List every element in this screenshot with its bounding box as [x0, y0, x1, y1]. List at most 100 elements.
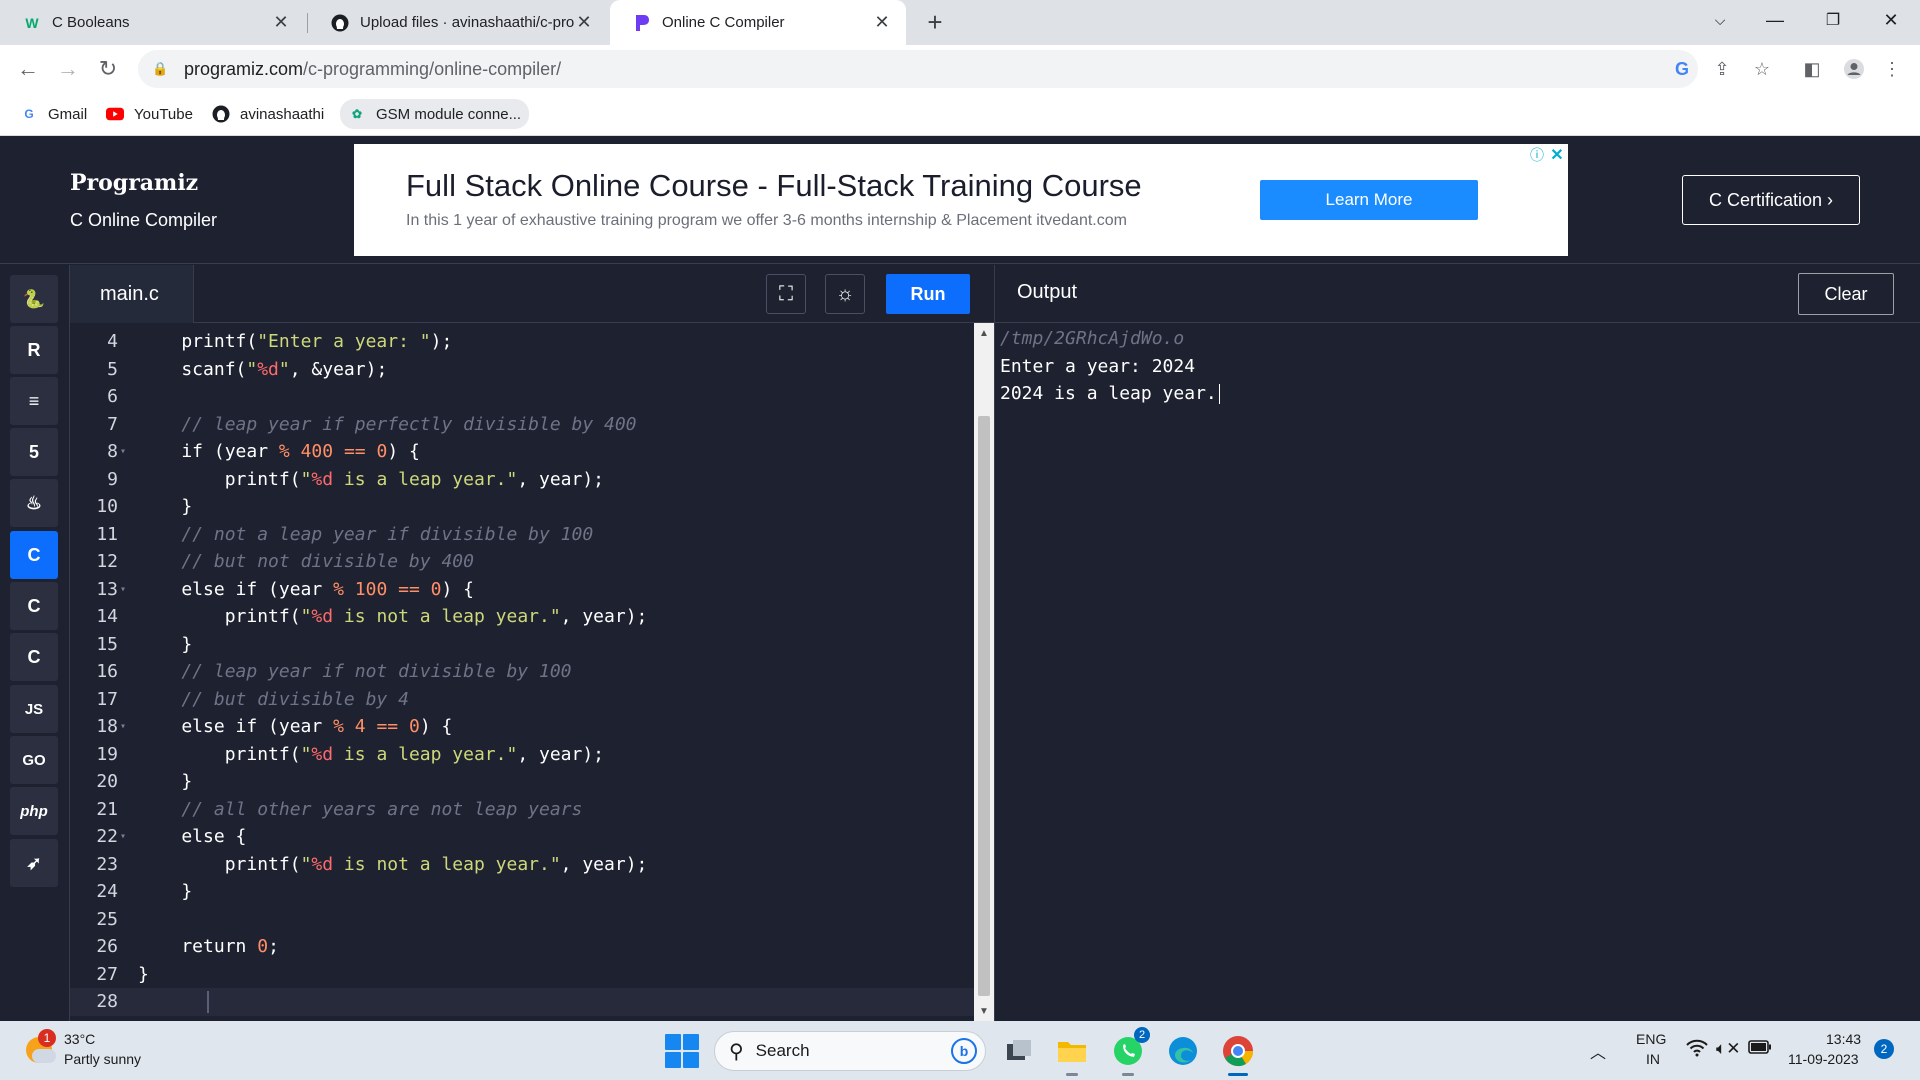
bookmark-gsm-module[interactable]: ✿ GSM module conne...	[340, 99, 530, 129]
java-icon[interactable]: ♨	[10, 479, 58, 527]
code-line[interactable]: 20 }	[70, 768, 974, 796]
fold-arrow-icon[interactable]: ▾	[118, 831, 128, 842]
code-line[interactable]: 5 scanf("%d", &year);	[70, 356, 974, 384]
ad-info-icon[interactable]: ⓘ	[1528, 146, 1546, 164]
scroll-down-arrow-icon[interactable]: ▼	[974, 1003, 994, 1019]
show-hidden-icons-chevron-icon[interactable]: ︿	[1590, 1039, 1606, 1063]
code-line[interactable]: 17 // but divisible by 4	[70, 686, 974, 714]
url-input[interactable]: 🔒 programiz.com/c-programming/online-com…	[138, 50, 1698, 88]
restore-button[interactable]: ❐	[1810, 0, 1856, 40]
back-arrow-icon[interactable]: ←	[14, 55, 42, 83]
r-icon[interactable]: R	[10, 326, 58, 374]
fold-arrow-icon[interactable]: ▾	[118, 446, 128, 457]
code-line[interactable]: 7 // leap year if perfectly divisible by…	[70, 411, 974, 439]
close-window-button[interactable]: ✕	[1868, 0, 1914, 40]
code-line[interactable]: 6	[70, 383, 974, 411]
cpp-icon[interactable]: C	[10, 582, 58, 630]
code-line[interactable]: 25	[70, 906, 974, 934]
run-button[interactable]: Run	[886, 274, 970, 314]
windows-start-icon[interactable]	[664, 1033, 700, 1069]
close-icon[interactable]: ✕	[574, 12, 594, 33]
fullscreen-icon[interactable]: ⛶	[766, 274, 806, 314]
clear-button[interactable]: Clear	[1798, 273, 1894, 315]
go-icon[interactable]: GO	[10, 736, 58, 784]
file-explorer-icon[interactable]	[1052, 1031, 1092, 1076]
code-line[interactable]: 26 return 0;	[70, 933, 974, 961]
file-tab-main-c[interactable]: main.c	[70, 265, 194, 323]
bookmark-avinashaathi[interactable]: avinashaathi	[204, 99, 332, 129]
wifi-icon[interactable]	[1686, 1039, 1708, 1062]
output-console[interactable]: /tmp/2GRhcAjdWo.o Enter a year: 2024 2024 …	[995, 323, 1920, 1021]
php-icon[interactable]: php	[10, 787, 58, 835]
weather-temperature[interactable]: 33°C	[64, 1031, 95, 1047]
ad-close-icon[interactable]: ✕	[1548, 146, 1566, 164]
code-line[interactable]: 27}	[70, 961, 974, 989]
weather-condition[interactable]: Partly sunny	[64, 1051, 141, 1067]
code-line[interactable]: 18 ▾ else if (year % 4 == 0) {	[70, 713, 974, 741]
tab-upload-files[interactable]: Upload files · avinashaathi/c-proc ✕	[308, 0, 608, 45]
c-certification-button[interactable]: C Certification ›	[1682, 175, 1860, 225]
code-line[interactable]: 15 }	[70, 631, 974, 659]
theme-toggle-icon[interactable]: ☼	[825, 274, 865, 314]
swift-icon[interactable]: ➶	[10, 839, 58, 887]
code-line[interactable]: 24 }	[70, 878, 974, 906]
code-line[interactable]: 28	[70, 988, 974, 1016]
code-line[interactable]: 14 printf("%d is not a leap year.", year…	[70, 603, 974, 631]
code-line[interactable]: 8 ▾ if (year % 400 == 0) {	[70, 438, 974, 466]
code-line[interactable]: 11 // not a leap year if divisible by 10…	[70, 521, 974, 549]
profile-avatar-icon[interactable]	[1842, 57, 1866, 81]
bookmark-gmail[interactable]: G Gmail	[12, 99, 95, 129]
code-line[interactable]: 23 printf("%d is not a leap year.", year…	[70, 851, 974, 879]
code-editor[interactable]: 4 printf("Enter a year: "); 5 scanf("%d",…	[70, 323, 974, 1021]
scrollbar-thumb[interactable]	[978, 416, 990, 996]
bing-icon[interactable]: b	[951, 1038, 977, 1064]
code-line[interactable]: 12 // but not divisible by 400	[70, 548, 974, 576]
tab-search-icon[interactable]: ⌵	[1697, 0, 1743, 40]
code-line[interactable]: 4 printf("Enter a year: ");	[70, 328, 974, 356]
battery-icon[interactable]	[1748, 1039, 1772, 1059]
clock-time[interactable]: 13:43	[1826, 1031, 1861, 1047]
c-icon[interactable]: C	[10, 531, 58, 579]
code-line[interactable]: 9 printf("%d is a leap year.", year);	[70, 466, 974, 494]
google-translate-icon[interactable]: G	[1670, 57, 1694, 81]
code-line[interactable]: 22 ▾ else {	[70, 823, 974, 851]
code-line[interactable]: 21 // all other years are not leap years	[70, 796, 974, 824]
kebab-menu-icon[interactable]: ⋮	[1880, 57, 1904, 81]
code-line[interactable]: 10 }	[70, 493, 974, 521]
chrome-icon[interactable]	[1218, 1031, 1258, 1076]
tab-c-booleans[interactable]: W C Booleans ✕	[0, 0, 305, 45]
tab-online-c-compiler[interactable]: Online C Compiler ✕	[610, 0, 906, 45]
code-line[interactable]: 16 // leap year if not divisible by 100	[70, 658, 974, 686]
close-icon[interactable]: ✕	[271, 12, 291, 33]
ad-title[interactable]: Full Stack Online Course - Full-Stack Tr…	[406, 168, 1142, 204]
clock-date[interactable]: 11-09-2023	[1788, 1051, 1859, 1067]
python-icon[interactable]: 🐍	[10, 275, 58, 323]
bookmark-youtube[interactable]: YouTube	[98, 99, 201, 129]
html-icon[interactable]: 5	[10, 428, 58, 476]
close-icon[interactable]: ✕	[872, 12, 892, 33]
sql-icon[interactable]: ≡	[10, 377, 58, 425]
fold-arrow-icon[interactable]: ▾	[118, 584, 128, 595]
editor-scrollbar[interactable]: ▲ ▼	[974, 323, 994, 1021]
js-icon[interactable]: JS	[10, 685, 58, 733]
csharp-icon[interactable]: C	[10, 633, 58, 681]
scroll-up-arrow-icon[interactable]: ▲	[974, 325, 994, 341]
forward-arrow-icon[interactable]: →	[54, 55, 82, 83]
minimize-button[interactable]: —	[1752, 0, 1798, 40]
bookmark-star-icon[interactable]: ☆	[1750, 57, 1774, 81]
edge-icon[interactable]	[1163, 1031, 1203, 1071]
reload-icon[interactable]: ↻	[94, 55, 122, 83]
share-icon[interactable]: ⇪	[1710, 57, 1734, 81]
new-tab-button[interactable]: +	[920, 7, 950, 37]
code-line[interactable]: 19 printf("%d is a leap year.", year);	[70, 741, 974, 769]
input-region[interactable]: IN	[1646, 1051, 1660, 1067]
side-panel-icon[interactable]: ◧	[1800, 57, 1824, 81]
taskbar-search-input[interactable]: ⚲ Search b	[714, 1031, 986, 1071]
task-view-icon[interactable]	[1000, 1031, 1040, 1071]
advertisement-banner[interactable]: Full Stack Online Course - Full-Stack Tr…	[354, 144, 1568, 256]
speaker-muted-icon[interactable]: 🔈︎✕	[1716, 1039, 1740, 1059]
notification-badge[interactable]: 2	[1874, 1039, 1894, 1059]
learn-more-button[interactable]: Learn More	[1260, 180, 1478, 220]
programiz-logo[interactable]: Programiz	[70, 170, 198, 196]
code-line[interactable]: 13 ▾ else if (year % 100 == 0) {	[70, 576, 974, 604]
